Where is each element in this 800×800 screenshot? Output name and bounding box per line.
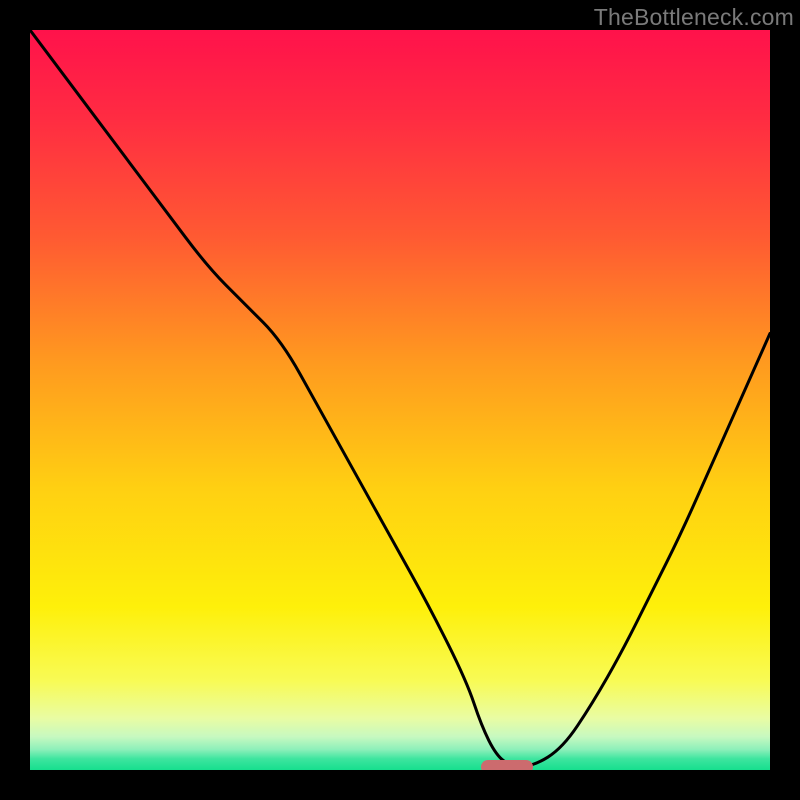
- plot-area: [30, 30, 770, 770]
- optimal-range-marker: [481, 760, 533, 770]
- chart-frame: TheBottleneck.com: [0, 0, 800, 800]
- watermark-text: TheBottleneck.com: [594, 4, 794, 31]
- bottleneck-curve: [30, 30, 770, 770]
